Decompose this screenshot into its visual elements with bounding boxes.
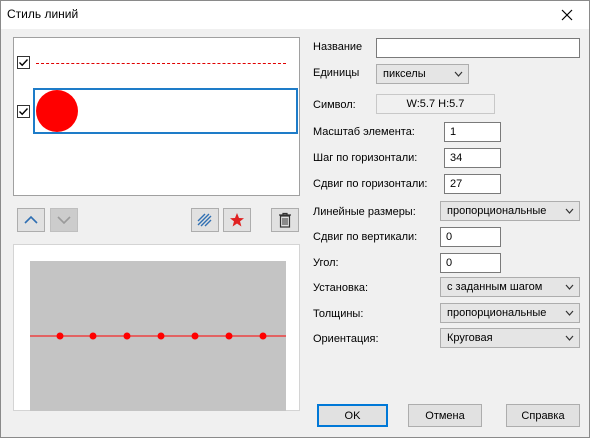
trash-icon [279, 212, 291, 228]
chevron-down-icon [454, 71, 463, 77]
vshift-input[interactable]: 0 [440, 227, 501, 247]
line-preview-panel [13, 244, 300, 411]
close-button[interactable] [545, 1, 589, 29]
chevron-down-icon [565, 284, 574, 290]
hatch-icon [197, 213, 212, 227]
linear-sizes-select[interactable]: пропорциональные [440, 201, 580, 221]
angle-label: Угол: [313, 257, 339, 269]
close-icon [561, 9, 573, 21]
placement-select[interactable]: с заданным шагом [440, 277, 580, 297]
circle-symbol-preview [36, 90, 78, 132]
units-value: пикселы [383, 68, 426, 80]
check-icon [19, 59, 29, 67]
cancel-button[interactable]: Отмена [408, 404, 482, 427]
units-select[interactable]: пикселы [376, 64, 469, 84]
angle-input[interactable]: 0 [440, 253, 501, 273]
placement-label: Установка: [313, 282, 369, 294]
chevron-down-icon [57, 216, 71, 225]
delete-button[interactable] [271, 208, 299, 232]
linear-sizes-value: пропорциональные [447, 205, 547, 217]
placement-value: с заданным шагом [447, 281, 543, 293]
ok-button[interactable]: OK [317, 404, 388, 427]
orientation-value: Круговая [447, 332, 493, 344]
style-item-1-checkbox[interactable] [17, 56, 30, 69]
scale-input[interactable]: 1 [444, 122, 501, 142]
hshift-input[interactable]: 27 [444, 174, 501, 194]
help-button[interactable]: Справка [506, 404, 580, 427]
linear-sizes-label: Линейные размеры: [313, 206, 416, 218]
vshift-label: Сдвиг по вертикали: [313, 231, 418, 243]
units-label: Единицы [313, 67, 360, 79]
orientation-select[interactable]: Круговая [440, 328, 580, 348]
title-bar: Стиль линий [1, 1, 589, 29]
orientation-label: Ориентация: [313, 333, 379, 345]
name-input[interactable] [376, 38, 580, 58]
thickness-label: Толщины: [313, 308, 364, 320]
window-title: Стиль линий [7, 7, 79, 21]
name-label: Название [313, 41, 363, 53]
chevron-down-icon [565, 310, 574, 316]
style-list[interactable] [13, 37, 300, 196]
chevron-down-icon [565, 208, 574, 214]
star-icon [230, 213, 244, 227]
symbol-size-display: W:5.7 H:5.7 [376, 94, 495, 114]
line-style-dialog: Стиль линий Название Единицы пикселы Сим… [0, 0, 590, 438]
hstep-label: Шаг по горизонтали: [313, 152, 418, 164]
style-item-2-selected[interactable] [33, 88, 298, 134]
symbol-label: Символ: [313, 99, 356, 111]
hshift-label: Сдвиг по горизонтали: [313, 178, 428, 190]
line-preview-area [30, 261, 286, 411]
chevron-up-icon [24, 215, 38, 224]
symbol-style-button[interactable] [223, 208, 251, 232]
style-item-2-checkbox[interactable] [17, 105, 30, 118]
hatch-style-button[interactable] [191, 208, 219, 232]
chevron-down-icon [565, 335, 574, 341]
scale-label: Масштаб элемента: [313, 126, 415, 138]
hstep-input[interactable]: 34 [444, 148, 501, 168]
move-down-button[interactable] [50, 208, 78, 232]
dotted-line-preview [30, 332, 286, 340]
thickness-select[interactable]: пропорциональные [440, 303, 580, 323]
dashed-line-preview[interactable] [36, 63, 286, 64]
check-icon [19, 108, 29, 116]
move-up-button[interactable] [17, 208, 45, 232]
thickness-value: пропорциональные [447, 307, 547, 319]
